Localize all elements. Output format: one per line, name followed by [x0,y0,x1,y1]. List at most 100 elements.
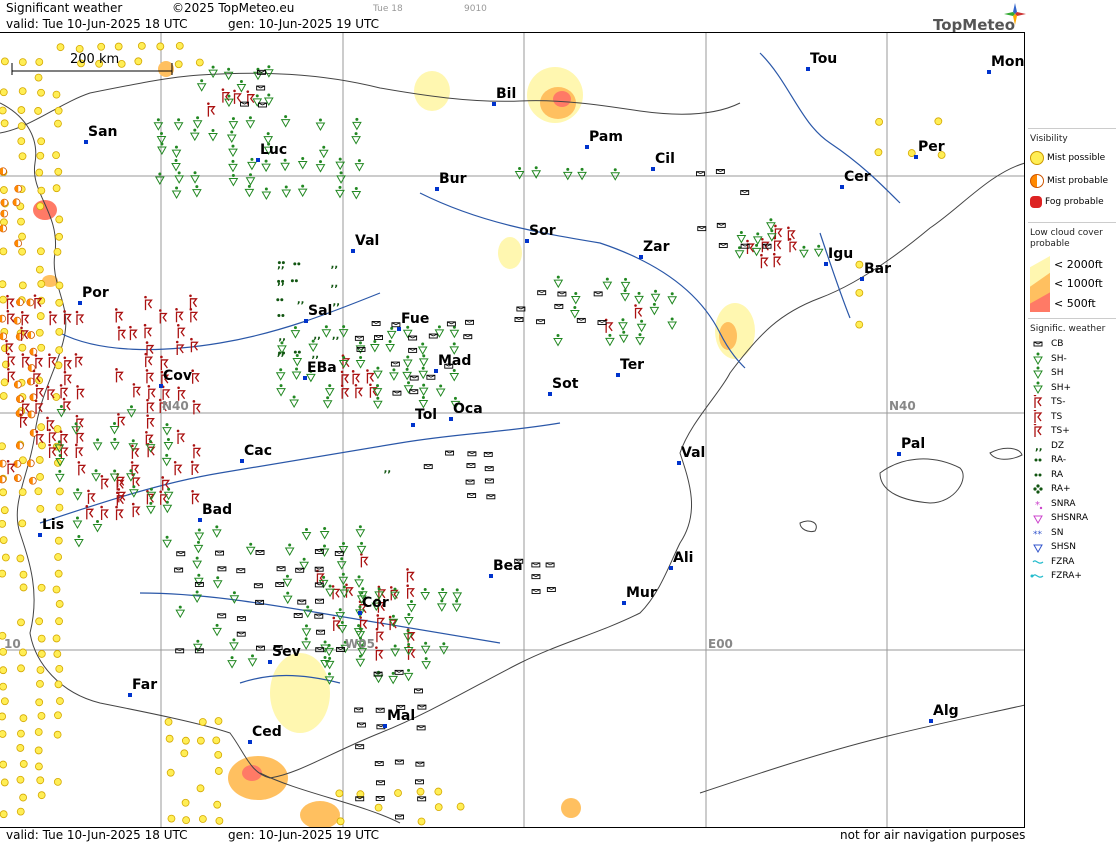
mist-symbol [214,750,223,759]
city-label-bea: Bea [493,558,523,574]
cb-symbol [316,629,326,635]
city-marker-sor [525,239,529,243]
cb-symbol [355,744,365,750]
mist-symbol [55,600,64,608]
cb-symbol [417,796,427,802]
cb-symbol [375,707,385,713]
sh-symbol [437,588,448,601]
footer-valid-time: valid: Tue 10-Jun-2025 18 UTC [6,828,188,842]
sh-symbol [189,128,200,142]
mist-symbol [37,583,46,592]
ts-symbol [34,354,44,369]
mist-symbol [0,186,8,194]
sh-symbol [354,575,364,588]
mist-symbol [213,800,222,809]
dz-symbol: ,, [384,464,392,475]
mist-symbol [0,378,9,387]
sh-symbol [154,172,165,186]
mist-symbol [16,775,25,784]
city-marker-ter [616,373,620,377]
cb-symbol [716,222,726,228]
legend-item-sh-minusplus: SH+ [1030,381,1071,395]
ts-symbol [173,460,183,476]
sh-symbol [212,576,223,589]
valid-time: valid: Tue 10-Jun-2025 18 UTC [6,17,188,31]
legend-mist-possible: Mist possible [1030,151,1105,165]
ts-symbol [7,367,16,383]
mistprob-symbol [0,459,7,468]
sh-symbol [610,168,621,181]
sh-symbol [514,167,525,180]
cb-symbol [414,688,423,694]
ts-symbol [100,475,110,490]
sh-symbol [281,185,292,198]
mist-symbol [0,666,8,675]
city-label-far: Far [132,677,158,693]
sh-symbol [385,340,395,353]
sh-symbol [1033,352,1043,365]
mist-symbol [18,87,27,96]
footer-generated-time: gen: 10-Jun-2025 19 UTC [228,828,380,842]
sh-symbol [569,306,580,319]
ts-symbol [332,616,342,631]
legend-item-ra: RA [1030,468,1063,482]
mist-symbol [54,361,63,370]
mist-symbol [37,791,46,800]
sh-symbol [338,355,349,369]
mist-symbol [17,664,25,673]
mist-symbol [0,88,8,97]
sn-symbol: ** [1033,530,1043,540]
cb-symbol [394,669,404,675]
ts-symbol [63,370,73,386]
sh-symbol [402,355,413,369]
ts-symbol [131,444,140,459]
ts-symbol [117,413,126,428]
sh-symbol [280,115,291,128]
mist-symbol [35,265,44,274]
sh-symbol [162,423,172,436]
sh-symbol [434,325,445,338]
city-label-bad: Bad [202,502,233,518]
city-label-tol: Tol [415,407,438,423]
mistprob-symbol [0,332,8,341]
sn-legend-icon: ** [1033,530,1043,540]
legend-item-dz: ,, DZ [1030,439,1064,453]
mist-symbol [16,554,25,563]
sh-symbol [667,317,678,330]
cb-symbol [314,613,324,619]
ts-symbol [233,89,242,104]
mist-symbol [19,760,28,768]
sh-symbol [228,159,238,173]
mist-symbol [198,718,207,726]
mist-symbol [36,504,45,513]
sh-symbol [229,638,239,651]
dz-symbol: ,, [332,297,340,308]
sh-legend-icon [1033,381,1043,394]
mist-symbol [196,736,205,745]
city-marker-san [84,140,88,144]
city-label-lis: Lis [42,517,65,533]
svg-text:,,: ,, [297,295,305,306]
sh-symbol [435,384,446,398]
mist-symbol [36,312,45,320]
city-label-alg: Alg [933,703,959,719]
mist-symbol [35,698,44,707]
cb-symbol [408,335,418,341]
mist-symbol [53,650,62,658]
legend-item-label: TS [1051,411,1063,422]
sh-symbol [54,469,65,483]
city-marker-cac [240,459,244,463]
mistprob-symbol [26,298,35,307]
cb-symbol [426,374,436,380]
sh-symbol [636,319,647,333]
city-marker-cov [159,384,163,388]
fog-probable-icon [1030,196,1042,208]
weather-map[interactable]: ,,,,,,,,,,,,,,,,,,,,,,,, 200 km N40 N40 … [0,32,1025,828]
legend-lowcloud-title-2: probable [1030,239,1070,249]
cb-symbol [531,589,541,595]
mist-symbol [56,43,65,52]
sh-symbol [315,118,326,131]
shsnra-symbol [1033,515,1043,525]
cb-symbol [375,796,385,801]
city-label-san: San [88,124,118,140]
